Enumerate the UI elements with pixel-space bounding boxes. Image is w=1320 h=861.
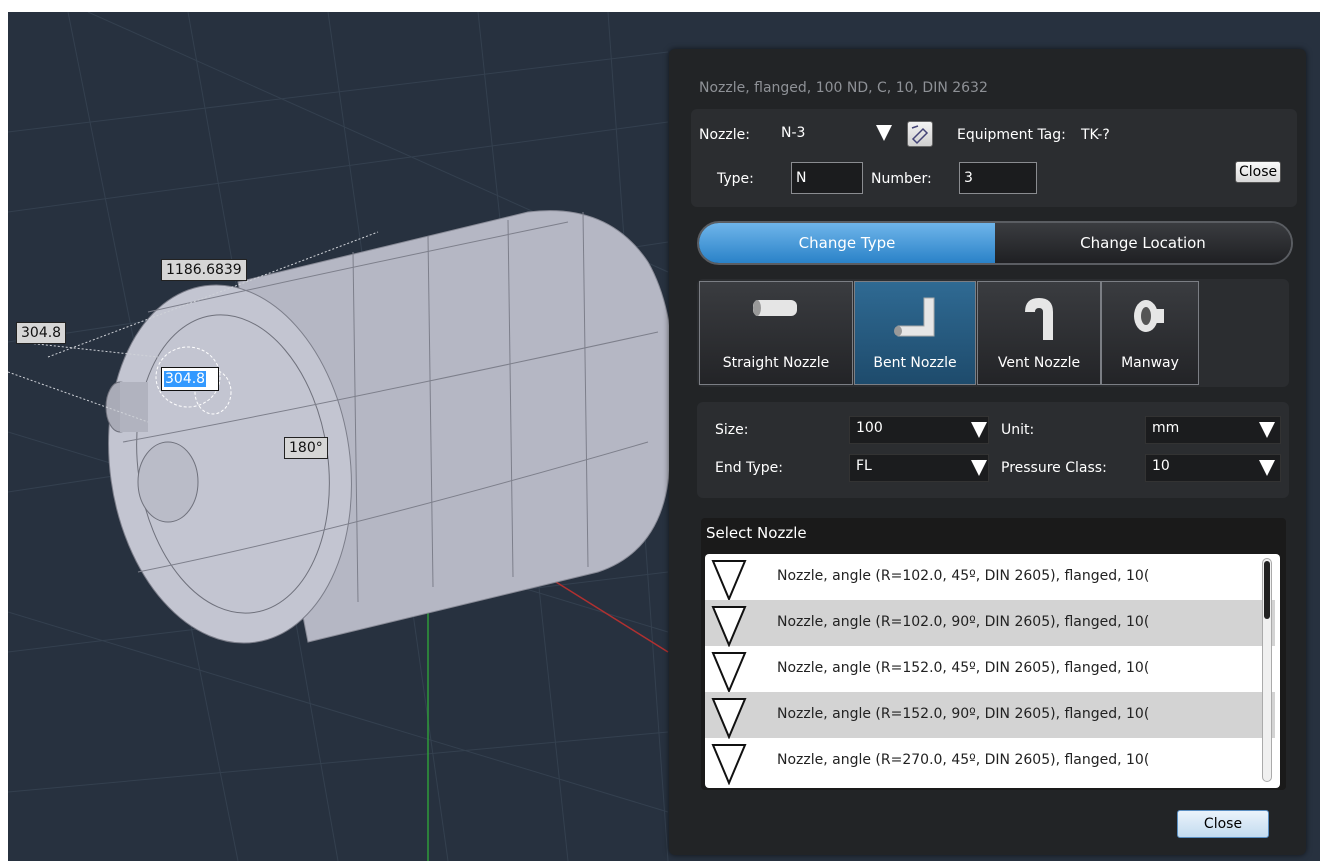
select-nozzle-panel: Select Nozzle Nozzle, angle (R=102.0, 45…: [701, 518, 1286, 790]
properties-section: Size: 100 Unit: mm End Type: FL Pressure…: [697, 402, 1289, 498]
tab-change-type[interactable]: Change Type: [699, 223, 995, 263]
size-label: Size:: [715, 422, 749, 438]
list-item-label: Nozzle, angle (R=270.0, 45º, DIN 2605), …: [777, 752, 1150, 768]
close-button[interactable]: Close: [1177, 810, 1269, 838]
tab-change-location[interactable]: Change Location: [995, 223, 1291, 263]
straight-nozzle-icon: [751, 296, 801, 324]
list-item-label: Nozzle, angle (R=152.0, 45º, DIN 2605), …: [777, 660, 1150, 676]
number-field[interactable]: 3: [959, 162, 1037, 194]
pressure-class-select-value: 10: [1152, 458, 1170, 474]
nozzle-panel: Nozzle, flanged, 100 ND, C, 10, DIN 2632…: [669, 49, 1306, 855]
manway-button[interactable]: Manway: [1101, 281, 1199, 385]
unit-select-value: mm: [1152, 420, 1180, 436]
manway-icon: [1130, 296, 1170, 340]
equipment-tag-label: Equipment Tag:: [957, 127, 1066, 143]
pressure-class-dropdown-arrow-icon[interactable]: [1259, 460, 1275, 476]
nozzle-label: Nozzle:: [699, 127, 750, 143]
manway-label: Manway: [1121, 355, 1179, 371]
bent-nozzle-icon: [890, 296, 940, 346]
dimension-length-label: 1186.6839: [161, 259, 247, 281]
vent-nozzle-icon: [1019, 296, 1059, 346]
vent-nozzle-button[interactable]: Vent Nozzle: [977, 281, 1101, 385]
equipment-tag-value: TK-?: [1081, 127, 1110, 143]
triangle-icon: [711, 744, 747, 785]
vent-nozzle-label: Vent Nozzle: [997, 355, 1081, 371]
unit-label: Unit:: [1001, 422, 1035, 438]
scrollbar-thumb[interactable]: [1264, 561, 1270, 619]
size-select[interactable]: 100: [849, 416, 989, 444]
tag-edit-icon[interactable]: [907, 121, 933, 147]
nozzle-dropdown-arrow-icon[interactable]: [876, 125, 892, 141]
triangle-icon: [711, 606, 747, 647]
list-item-label: Nozzle, angle (R=102.0, 90º, DIN 2605), …: [777, 614, 1150, 630]
list-item[interactable]: Nozzle, angle (R=102.0, 90º, DIN 2605), …: [705, 600, 1275, 647]
end-type-dropdown-arrow-icon[interactable]: [971, 460, 987, 476]
number-label: Number:: [871, 171, 932, 187]
triangle-icon: [711, 560, 747, 601]
list-item[interactable]: Nozzle, angle (R=152.0, 90º, DIN 2605), …: [705, 692, 1275, 739]
list-item[interactable]: Nozzle, angle (R=102.0, 45º, DIN 2605), …: [705, 554, 1275, 601]
nozzle-header-section: Nozzle: N-3 Equipment Tag: TK-? Type: N …: [691, 109, 1297, 207]
straight-nozzle-label: Straight Nozzle: [722, 355, 830, 371]
select-nozzle-title: Select Nozzle: [706, 524, 807, 542]
close-small-button[interactable]: Close: [1235, 161, 1282, 183]
triangle-icon: [711, 698, 747, 739]
dimension-input-value: 304.8: [164, 371, 207, 387]
list-item-label: Nozzle, angle (R=152.0, 90º, DIN 2605), …: [777, 706, 1150, 722]
panel-caption: Nozzle, flanged, 100 ND, C, 10, DIN 2632: [699, 80, 988, 96]
dimension-input[interactable]: 304.8: [161, 367, 219, 391]
list-item-label: Nozzle, angle (R=102.0, 45º, DIN 2605), …: [777, 568, 1150, 584]
nozzle-select-value: N-3: [781, 125, 806, 141]
nozzle-list[interactable]: Nozzle, angle (R=102.0, 45º, DIN 2605), …: [705, 554, 1280, 788]
straight-nozzle-button[interactable]: Straight Nozzle: [699, 281, 853, 385]
bent-nozzle-label: Bent Nozzle: [873, 355, 957, 371]
bent-nozzle-button[interactable]: Bent Nozzle: [854, 281, 976, 385]
list-item[interactable]: Nozzle, angle (R=270.0, 45º, DIN 2605), …: [705, 738, 1275, 785]
unit-dropdown-arrow-icon[interactable]: [1259, 422, 1275, 438]
type-field-value: N: [796, 170, 807, 186]
pressure-class-label: Pressure Class:: [1001, 460, 1107, 476]
dimension-angle-label: 180°: [284, 437, 328, 459]
list-item[interactable]: Nozzle, angle (R=152.0, 45º, DIN 2605), …: [705, 646, 1275, 693]
triangle-icon: [711, 652, 747, 693]
list-scrollbar[interactable]: [1262, 558, 1272, 782]
size-dropdown-arrow-icon[interactable]: [971, 422, 987, 438]
dimension-offset-label: 304.8: [16, 322, 67, 344]
end-type-label: End Type:: [715, 460, 783, 476]
type-label: Type:: [717, 171, 754, 187]
end-type-select-value: FL: [856, 458, 872, 474]
type-field[interactable]: N: [791, 162, 863, 194]
size-select-value: 100: [856, 420, 883, 436]
number-field-value: 3: [964, 170, 973, 186]
end-type-select[interactable]: FL: [849, 454, 989, 482]
mode-tabs: Change Type Change Location: [697, 221, 1293, 265]
